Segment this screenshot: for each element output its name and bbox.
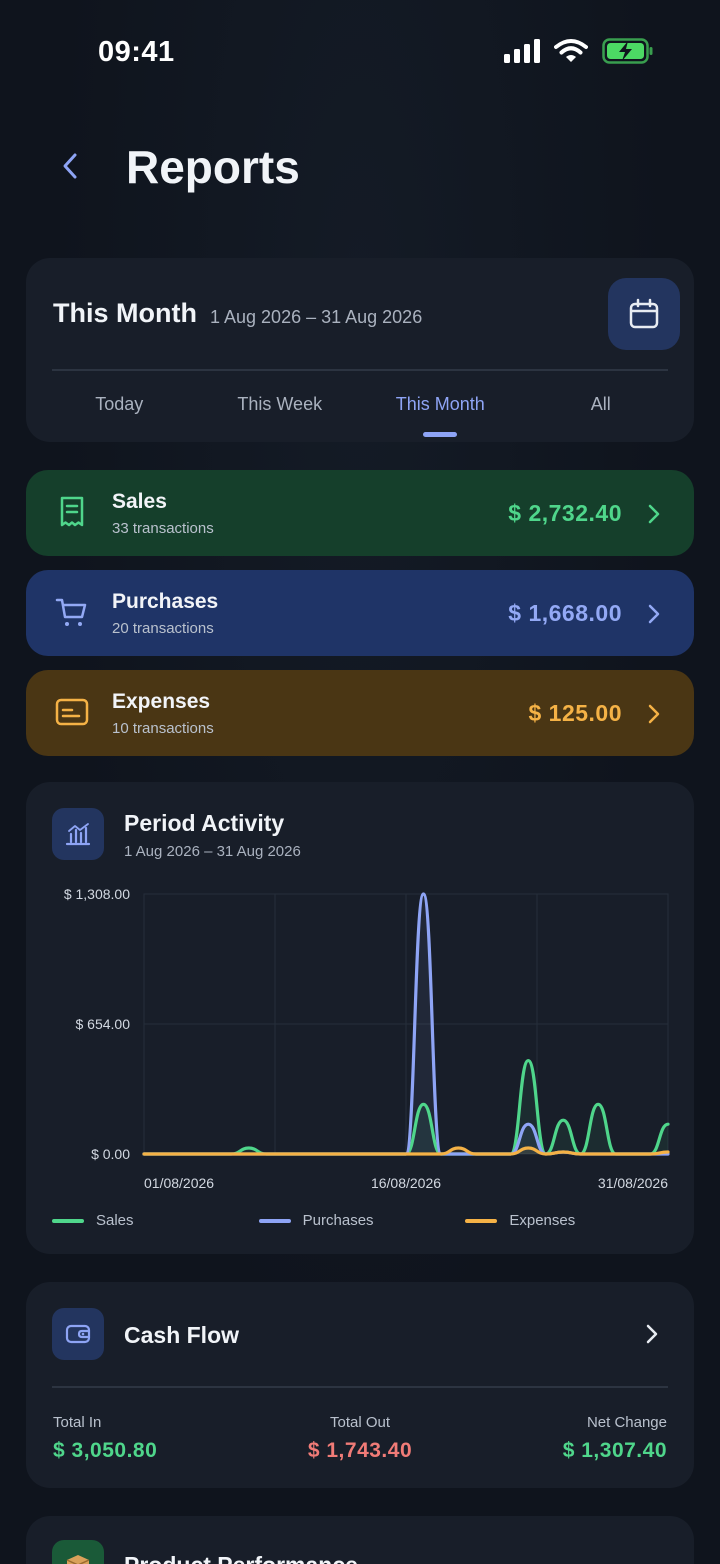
period-title: This Month	[53, 298, 197, 328]
net-change-label: Net Change	[586, 1414, 667, 1431]
reports-screen: 09:41 Reports This Month 1 Aug 2026 – 31…	[0, 0, 720, 1564]
legend-item-purchases: Purchases	[258, 1212, 466, 1229]
expenses-transactions: 10 transactions	[112, 720, 214, 737]
total-out-label: Total Out	[329, 1414, 391, 1431]
legend-swatch	[258, 1218, 291, 1223]
card-icon	[52, 692, 92, 732]
purchases-transactions: 20 transactions	[112, 620, 214, 637]
x-tick-label: 16/08/2026	[371, 1175, 441, 1191]
legend-label: Sales	[96, 1212, 134, 1229]
total-in-value: $ 3,050.80	[53, 1439, 158, 1462]
cash-flow-divider	[52, 1386, 668, 1388]
y-tick-label: $ 0.00	[91, 1146, 130, 1162]
tab-this-month[interactable]: This Month	[360, 394, 521, 437]
battery-charging-icon	[602, 38, 653, 64]
chevron-right-icon	[648, 704, 660, 724]
chart-legend: Sales Purchases Expenses	[52, 1212, 672, 1229]
y-tick-label: $ 654.00	[76, 1016, 131, 1032]
sales-summary-row[interactable]: Sales 33 transactions $ 2,732.40	[26, 470, 694, 556]
receipt-icon	[52, 492, 92, 532]
purchases-summary-row[interactable]: Purchases 20 transactions $ 1,668.00	[26, 570, 694, 656]
status-time: 09:41	[98, 36, 175, 68]
legend-item-expenses: Expenses	[465, 1212, 672, 1229]
x-tick-label: 31/08/2026	[598, 1175, 668, 1191]
legend-label: Expenses	[509, 1212, 576, 1229]
legend-swatch	[52, 1218, 84, 1223]
cash-flow-title: Cash Flow	[124, 1322, 240, 1348]
purchases-title: Purchases	[112, 590, 219, 613]
chevron-right-icon	[648, 604, 660, 624]
tab-all[interactable]: All	[521, 394, 682, 434]
purchases-amount: $ 1,668.00	[508, 600, 622, 626]
tab-today[interactable]: Today	[39, 394, 200, 434]
calendar-icon	[629, 298, 659, 329]
expenses-summary-row[interactable]: Expenses 10 transactions $ 125.00	[26, 670, 694, 756]
period-range: 1 Aug 2026 – 31 Aug 2026	[210, 307, 423, 327]
period-activity-chart: $ 0.00 $ 654.00 $ 1,308.00 01/08/2026 16/08/…	[64, 886, 670, 1191]
y-tick-label: $ 1,308.00	[64, 886, 130, 902]
tab-this-week[interactable]: This Week	[200, 394, 361, 434]
legend-item-sales: Sales	[52, 1212, 259, 1229]
cart-icon	[52, 592, 92, 632]
total-in-metric: Total In $ 3,050.80	[53, 1414, 157, 1463]
wifi-icon	[554, 39, 588, 62]
net-change-value: $ 1,307.40	[562, 1439, 667, 1462]
cash-flow-card: Cash Flow Total In $ 3,050.80 Total Out …	[26, 1282, 694, 1488]
status-icons	[504, 38, 654, 64]
sales-amount: $ 2,732.40	[508, 500, 622, 526]
product-performance-title: Product Performance	[124, 1552, 358, 1564]
chevron-right-icon[interactable]	[642, 1322, 662, 1346]
x-tick-label: 01/08/2026	[144, 1175, 214, 1191]
sales-transactions: 33 transactions	[112, 520, 214, 537]
period-card: This Month 1 Aug 2026 – 31 Aug 2026 Toda…	[26, 258, 694, 442]
page-title: Reports	[126, 141, 300, 193]
back-button[interactable]	[52, 146, 88, 186]
chevron-left-icon	[63, 153, 77, 179]
status-bar: 09:41	[0, 0, 720, 100]
expenses-amount: $ 125.00	[528, 700, 622, 726]
period-divider	[52, 369, 668, 371]
total-out-value: $ 1,743.40	[307, 1439, 413, 1462]
total-out-metric: Total Out $ 1,743.40	[308, 1414, 412, 1463]
chevron-right-icon	[648, 504, 660, 524]
expenses-title: Expenses	[112, 690, 211, 713]
net-change-metric: Net Change $ 1,307.40	[563, 1414, 667, 1463]
calendar-button[interactable]	[608, 278, 680, 350]
period-tabs: Today This Week This Month All	[39, 394, 682, 437]
wallet-icon	[52, 1308, 104, 1360]
legend-swatch	[465, 1218, 498, 1223]
box-icon	[52, 1540, 104, 1564]
period-activity-card: Period Activity 1 Aug 2026 – 31 Aug 2026…	[26, 782, 694, 1254]
total-in-label: Total In	[53, 1414, 102, 1431]
legend-label: Purchases	[302, 1212, 374, 1229]
sales-title: Sales	[112, 490, 167, 513]
product-performance-card[interactable]: Product Performance	[26, 1516, 694, 1564]
cellular-signal-icon	[504, 39, 540, 63]
